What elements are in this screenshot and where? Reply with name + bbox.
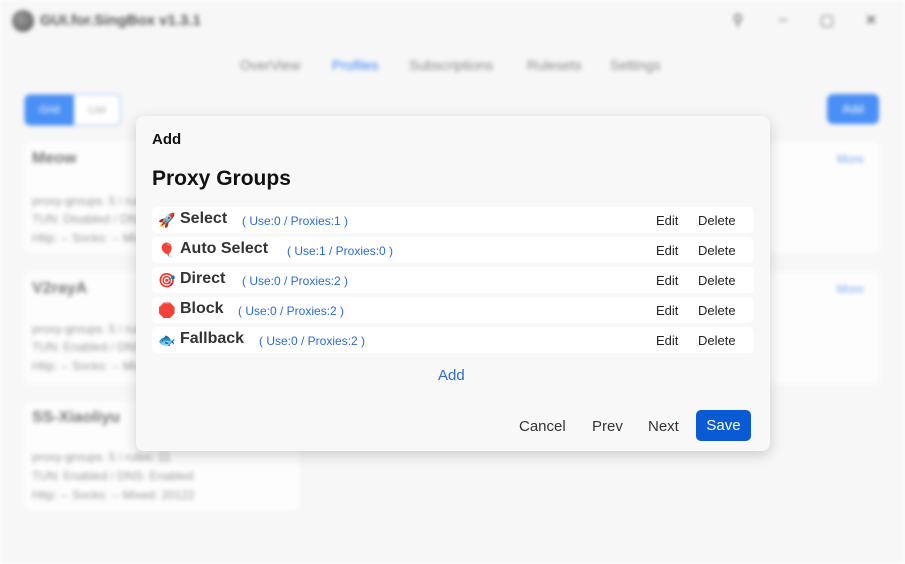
- proxy-group-name: Fallback: [180, 330, 245, 347]
- proxy-group-row: 🎈 Auto Select ( Use:1 / Proxies:0 ) Edit…: [152, 237, 754, 263]
- more-link[interactable]: More: [837, 152, 864, 166]
- delete-button[interactable]: Delete: [698, 273, 736, 288]
- app-logo-icon: [12, 10, 34, 32]
- proxy-group-list: 🚀 Select ( Use:0 / Proxies:1 ) Edit Dele…: [152, 207, 754, 357]
- proxy-group-row: 🐟 Fallback ( Use:0 / Proxies:2 ) Edit De…: [152, 327, 754, 353]
- maximize-icon[interactable]: ▢: [817, 11, 837, 29]
- main-nav: OverView Profiles Subscriptions Rulesets…: [0, 57, 905, 77]
- rocket-icon: 🚀: [158, 212, 176, 228]
- proxy-group-stats: ( Use:1 / Proxies:0 ): [287, 244, 394, 258]
- proxy-group-name: Block: [180, 300, 224, 317]
- proxy-group-stats: ( Use:0 / Proxies:2 ): [238, 304, 345, 318]
- nav-overview[interactable]: OverView: [240, 57, 300, 73]
- edit-button[interactable]: Edit: [656, 273, 678, 288]
- proxy-group-stats: ( Use:0 / Proxies:1 ): [242, 214, 349, 228]
- add-profile-button[interactable]: Add: [827, 94, 879, 124]
- nav-settings[interactable]: Settings: [610, 57, 661, 73]
- proxy-group-stats: ( Use:0 / Proxies:2 ): [259, 334, 366, 348]
- add-proxy-group-button[interactable]: Add: [438, 367, 465, 384]
- proxy-group-row: 🚀 Select ( Use:0 / Proxies:1 ) Edit Dele…: [152, 207, 754, 233]
- nav-rulesets[interactable]: Rulesets: [527, 57, 581, 73]
- more-link[interactable]: More: [837, 282, 864, 296]
- delete-button[interactable]: Delete: [698, 213, 736, 228]
- stop-icon: 🛑: [158, 302, 176, 318]
- proxy-group-name: Auto Select: [180, 240, 269, 257]
- proxy-group-name: Direct: [180, 270, 226, 287]
- app-title: GUI.for.SingBox v1.3.1: [40, 12, 201, 29]
- delete-button[interactable]: Delete: [698, 333, 736, 348]
- proxy-group-stats: ( Use:0 / Proxies:2 ): [242, 274, 349, 288]
- edit-button[interactable]: Edit: [656, 213, 678, 228]
- cancel-button[interactable]: Cancel: [519, 418, 566, 435]
- pin-icon[interactable]: ⚲: [728, 11, 748, 29]
- delete-button[interactable]: Delete: [698, 303, 736, 318]
- dialog-title: Proxy Groups: [152, 167, 291, 190]
- edit-button[interactable]: Edit: [656, 243, 678, 258]
- view-list-button[interactable]: List: [74, 95, 120, 125]
- edit-button[interactable]: Edit: [656, 333, 678, 348]
- title-bar: GUI.for.SingBox v1.3.1 ⚲ – ▢ ✕: [0, 0, 905, 40]
- dialog-header: Add: [152, 131, 182, 148]
- view-toggle: Grid List: [24, 94, 121, 126]
- profile-name: V2rayA: [32, 280, 88, 297]
- profile-info: Http: -- Socks: -- Mixed: 20122: [32, 488, 195, 502]
- profile-name: Meow: [32, 150, 77, 167]
- proxy-group-name: Select: [180, 210, 228, 227]
- profile-name: SS-Xiaoliyu: [32, 409, 121, 426]
- prev-button[interactable]: Prev: [592, 418, 623, 435]
- view-grid-button[interactable]: Grid: [25, 95, 74, 125]
- proxy-group-row: 🛑 Block ( Use:0 / Proxies:2 ) Edit Delet…: [152, 297, 754, 323]
- fish-icon: 🐟: [158, 332, 176, 348]
- add-profile-dialog: Add Proxy Groups 🚀 Select ( Use:0 / Prox…: [136, 116, 770, 451]
- profile-info: proxy-groups: 5 / rules: 11: [32, 450, 171, 464]
- save-button[interactable]: Save: [696, 410, 751, 441]
- profile-info: TUN: Enabled / DNS: Enabled: [32, 469, 194, 483]
- edit-button[interactable]: Edit: [656, 303, 678, 318]
- delete-button[interactable]: Delete: [698, 243, 736, 258]
- nav-profiles[interactable]: Profiles: [332, 57, 379, 73]
- minimize-icon[interactable]: –: [773, 11, 793, 28]
- close-icon[interactable]: ✕: [861, 11, 881, 29]
- target-icon: 🎯: [158, 272, 176, 288]
- balloon-icon: 🎈: [158, 242, 176, 258]
- nav-subscriptions[interactable]: Subscriptions: [409, 57, 493, 73]
- next-button[interactable]: Next: [648, 418, 679, 435]
- proxy-group-row: 🎯 Direct ( Use:0 / Proxies:2 ) Edit Dele…: [152, 267, 754, 293]
